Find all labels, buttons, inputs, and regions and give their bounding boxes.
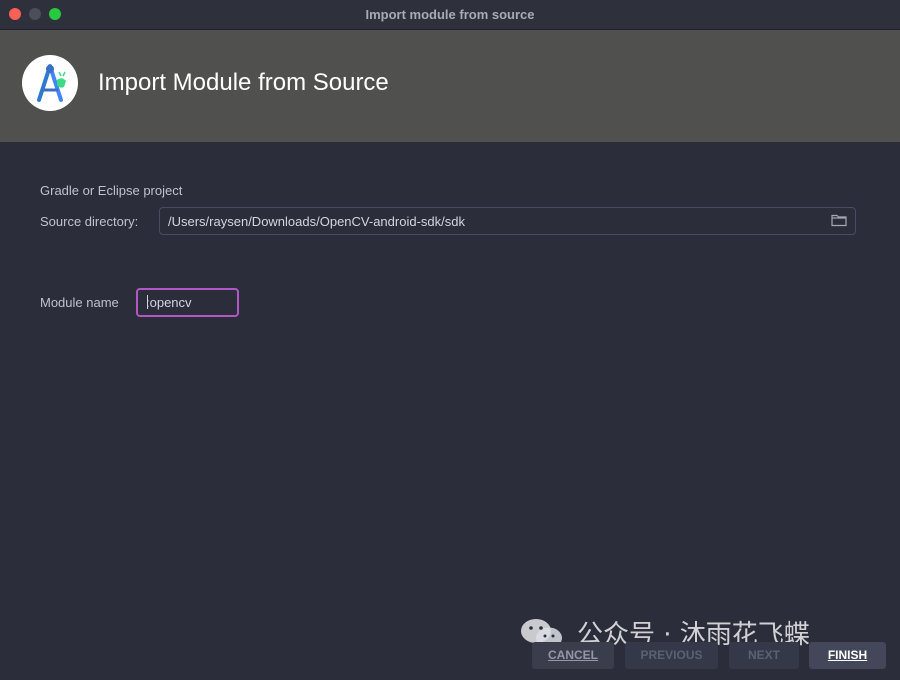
previous-button[interactable]: PREVIOUS: [625, 642, 718, 669]
next-button[interactable]: NEXT: [729, 642, 799, 669]
dialog-header: Import Module from Source: [0, 30, 900, 142]
title-bar: Import module from source: [0, 0, 900, 30]
window-title: Import module from source: [365, 7, 535, 22]
source-directory-field[interactable]: /Users/raysen/Downloads/OpenCV-android-s…: [159, 207, 856, 235]
folder-icon[interactable]: [831, 213, 847, 227]
module-name-label: Module name: [40, 295, 119, 310]
section-label: Gradle or Eclipse project: [40, 183, 183, 198]
source-directory-value[interactable]: /Users/raysen/Downloads/OpenCV-android-s…: [168, 214, 465, 229]
text-caret: [147, 295, 148, 309]
finish-button[interactable]: FINISH: [809, 642, 886, 669]
source-directory-label: Source directory:: [40, 214, 139, 229]
module-name-value[interactable]: :opencv: [146, 295, 192, 310]
module-name-input[interactable]: :opencv: [136, 288, 239, 317]
cancel-button[interactable]: CANCEL: [532, 642, 614, 669]
dialog-title: Import Module from Source: [98, 69, 389, 96]
android-studio-logo-icon: [22, 55, 78, 111]
